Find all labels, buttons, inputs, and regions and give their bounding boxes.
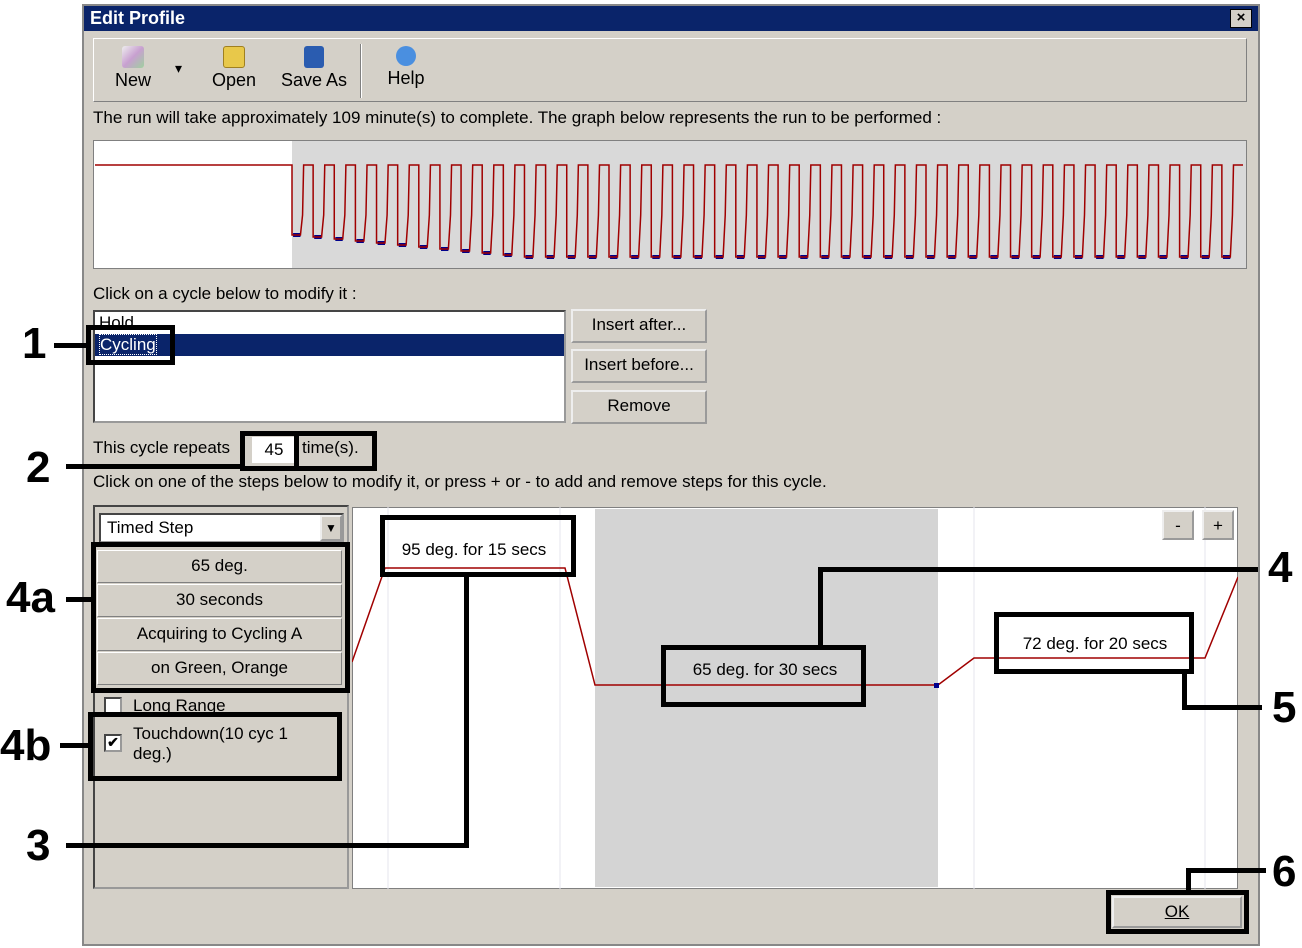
new-button[interactable]: New — [108, 44, 158, 98]
new-dropdown-icon[interactable]: ▾ — [175, 60, 182, 77]
annotation-6: 6 — [1272, 847, 1297, 896]
annotation-1: 1 — [22, 319, 47, 368]
new-profile-icon — [122, 46, 144, 68]
dialog-title: Edit Profile — [84, 6, 1258, 31]
annotation-box-6 — [1106, 890, 1249, 934]
annotation-line — [66, 843, 469, 848]
new-label: New — [114, 70, 151, 90]
open-folder-icon — [223, 46, 245, 68]
annotation-line — [60, 743, 90, 748]
annotation-4b: 4b — [0, 721, 52, 770]
annotation-line — [54, 343, 88, 348]
save-as-button[interactable]: Save As — [278, 44, 350, 98]
annotation-divider — [294, 433, 299, 469]
toolbar-separator — [360, 44, 362, 98]
remove-step-button[interactable]: - — [1162, 510, 1194, 540]
annotation-3: 3 — [26, 821, 51, 870]
annotation-box-4 — [661, 645, 866, 707]
annotation-line — [66, 597, 93, 602]
annotation-box-4a — [91, 542, 350, 693]
chevron-down-icon[interactable]: ▼ — [320, 515, 342, 541]
floppy-disk-icon — [304, 46, 324, 68]
annotation-4: 4 — [1268, 543, 1293, 592]
annotation-4a: 4a — [6, 573, 55, 622]
annotation-line — [1182, 705, 1262, 710]
add-step-button[interactable]: + — [1202, 510, 1234, 540]
annotation-line — [818, 567, 823, 647]
annotation-5: 5 — [1272, 683, 1297, 732]
insert-after-button[interactable]: Insert after... — [571, 309, 707, 343]
remove-button[interactable]: Remove — [571, 390, 707, 424]
save-as-label: Save As — [280, 70, 348, 90]
annotation-box-4b — [88, 712, 342, 781]
open-label: Open — [211, 70, 257, 90]
step-type-select[interactable]: Timed Step ▼ — [99, 513, 344, 543]
help-button[interactable]: Help — [384, 44, 428, 98]
steps-label: Click on one of the steps below to modif… — [93, 472, 827, 491]
repeats-prefix: This cycle repeats — [93, 438, 230, 457]
annotation-2: 2 — [26, 443, 51, 492]
close-button[interactable]: × — [1230, 9, 1252, 28]
cycling-region — [292, 141, 1246, 268]
acquisition-mark — [934, 683, 939, 688]
annotation-box-2 — [240, 431, 377, 471]
open-button[interactable]: Open — [208, 44, 260, 98]
help-label: Help — [387, 68, 425, 88]
step-type-value: Timed Step — [107, 518, 194, 537]
annotation-line — [464, 575, 469, 847]
toolbar — [93, 38, 1247, 102]
annotation-line — [66, 464, 242, 469]
insert-before-button[interactable]: Insert before... — [571, 349, 707, 383]
run-duration-text: The run will take approximately 109 minu… — [93, 108, 942, 127]
annotation-box-1 — [86, 325, 175, 365]
annotation-box-3 — [380, 515, 576, 577]
annotation-line — [1186, 868, 1266, 873]
run-profile-graph — [93, 140, 1247, 269]
annotation-box-5 — [994, 612, 1194, 674]
cycles-label: Click on a cycle below to modify it : — [93, 284, 357, 303]
help-icon — [396, 46, 416, 66]
annotation-line — [818, 567, 1258, 572]
